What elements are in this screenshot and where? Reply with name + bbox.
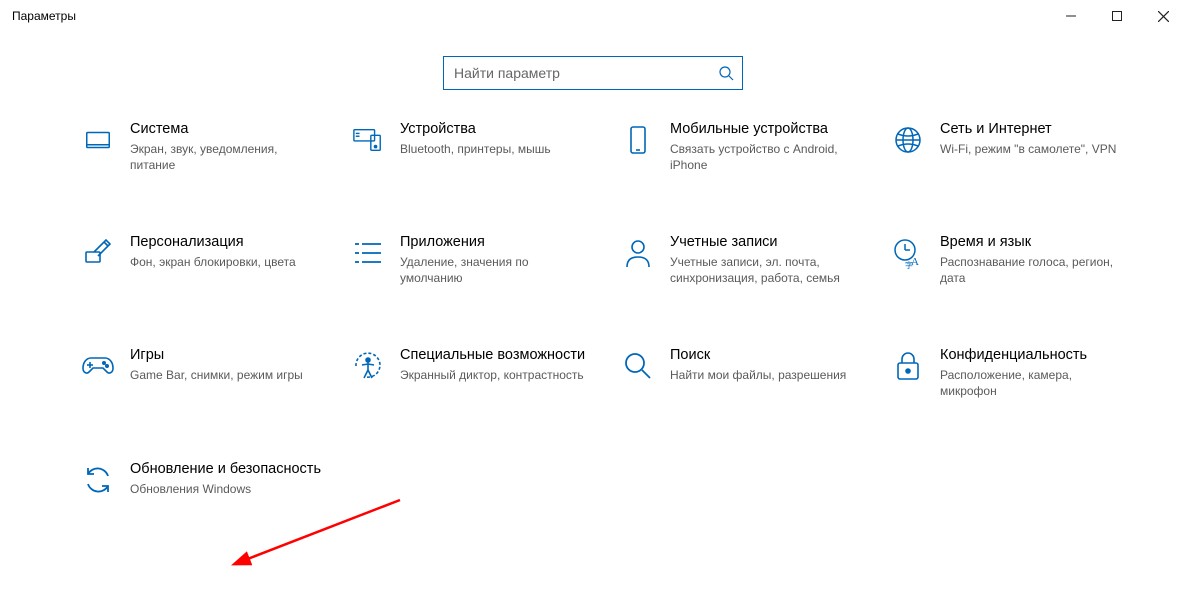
tile-title: Конфиденциальность: [940, 346, 1132, 365]
tile-title: Персонализация: [130, 233, 322, 252]
update-icon: [80, 462, 116, 498]
accounts-icon: [620, 235, 656, 271]
tile-title: Приложения: [400, 233, 592, 252]
tile-title: Мобильные устройства: [670, 120, 862, 139]
tile-system[interactable]: Система Экран, звук, уведомления, питани…: [80, 120, 340, 173]
tile-title: Учетные записи: [670, 233, 862, 252]
tile-phone[interactable]: Мобильные устройства Связать устройство …: [620, 120, 880, 173]
tile-desc: Учетные записи, эл. почта, синхронизация…: [670, 254, 862, 286]
system-icon: [80, 122, 116, 158]
annotation-arrow: [230, 490, 410, 580]
tile-personalization[interactable]: Персонализация Фон, экран блокировки, цв…: [80, 233, 340, 286]
tile-ease-of-access[interactable]: Специальные возможности Экранный диктор,…: [350, 346, 610, 399]
maximize-icon: [1112, 11, 1122, 21]
tile-title: Система: [130, 120, 322, 139]
svg-text:字: 字: [905, 260, 913, 269]
network-icon: [890, 122, 926, 158]
ease-of-access-icon: [350, 348, 386, 384]
tile-gaming[interactable]: Игры Game Bar, снимки, режим игры: [80, 346, 340, 399]
tile-title: Сеть и Интернет: [940, 120, 1132, 139]
search-box[interactable]: [443, 56, 743, 90]
tile-desc: Распознавание голоса, регион, дата: [940, 254, 1132, 286]
tile-desc: Экранный диктор, контрастность: [400, 367, 592, 383]
tile-apps[interactable]: Приложения Удаление, значения по умолчан…: [350, 233, 610, 286]
tile-privacy[interactable]: Конфиденциальность Расположение, камера,…: [890, 346, 1150, 399]
time-language-icon: A字: [890, 235, 926, 271]
settings-grid: Система Экран, звук, уведомления, питани…: [0, 120, 1186, 498]
tile-desc: Найти мои файлы, разрешения: [670, 367, 862, 383]
tile-time-language[interactable]: A字 Время и язык Распознавание голоса, ре…: [890, 233, 1150, 286]
tile-title: Специальные возможности: [400, 346, 592, 365]
tile-desc: Связать устройство с Android, iPhone: [670, 141, 862, 173]
tile-update-security[interactable]: Обновление и безопасность Обновления Win…: [80, 460, 340, 498]
tile-desc: Wi-Fi, режим "в самолете", VPN: [940, 141, 1132, 157]
phone-icon: [620, 122, 656, 158]
personalization-icon: [80, 235, 116, 271]
search-icon: [718, 65, 734, 81]
minimize-button[interactable]: [1048, 0, 1094, 32]
tile-desc: Экран, звук, уведомления, питание: [130, 141, 322, 173]
tile-desc: Расположение, камера, микрофон: [940, 367, 1132, 399]
tile-network[interactable]: Сеть и Интернет Wi-Fi, режим "в самолете…: [890, 120, 1150, 173]
tile-title: Поиск: [670, 346, 862, 365]
tile-title: Обновление и безопасность: [130, 460, 322, 479]
close-icon: [1158, 11, 1169, 22]
search-category-icon: [620, 348, 656, 384]
close-button[interactable]: [1140, 0, 1186, 32]
tile-desc: Game Bar, снимки, режим игры: [130, 367, 322, 383]
tile-accounts[interactable]: Учетные записи Учетные записи, эл. почта…: [620, 233, 880, 286]
minimize-icon: [1066, 11, 1076, 21]
tile-desc: Обновления Windows: [130, 481, 322, 497]
tile-desc: Удаление, значения по умолчанию: [400, 254, 592, 286]
window-title: Параметры: [12, 9, 76, 23]
tile-title: Время и язык: [940, 233, 1132, 252]
maximize-button[interactable]: [1094, 0, 1140, 32]
tile-desc: Bluetooth, принтеры, мышь: [400, 141, 592, 157]
apps-icon: [350, 235, 386, 271]
search-input[interactable]: [452, 64, 718, 82]
privacy-icon: [890, 348, 926, 384]
tile-desc: Фон, экран блокировки, цвета: [130, 254, 322, 270]
devices-icon: [350, 122, 386, 158]
titlebar: Параметры: [0, 0, 1186, 32]
tile-search[interactable]: Поиск Найти мои файлы, разрешения: [620, 346, 880, 399]
window-controls: [1048, 0, 1186, 32]
gaming-icon: [80, 348, 116, 384]
tile-devices[interactable]: Устройства Bluetooth, принтеры, мышь: [350, 120, 610, 173]
tile-title: Игры: [130, 346, 322, 365]
tile-title: Устройства: [400, 120, 592, 139]
